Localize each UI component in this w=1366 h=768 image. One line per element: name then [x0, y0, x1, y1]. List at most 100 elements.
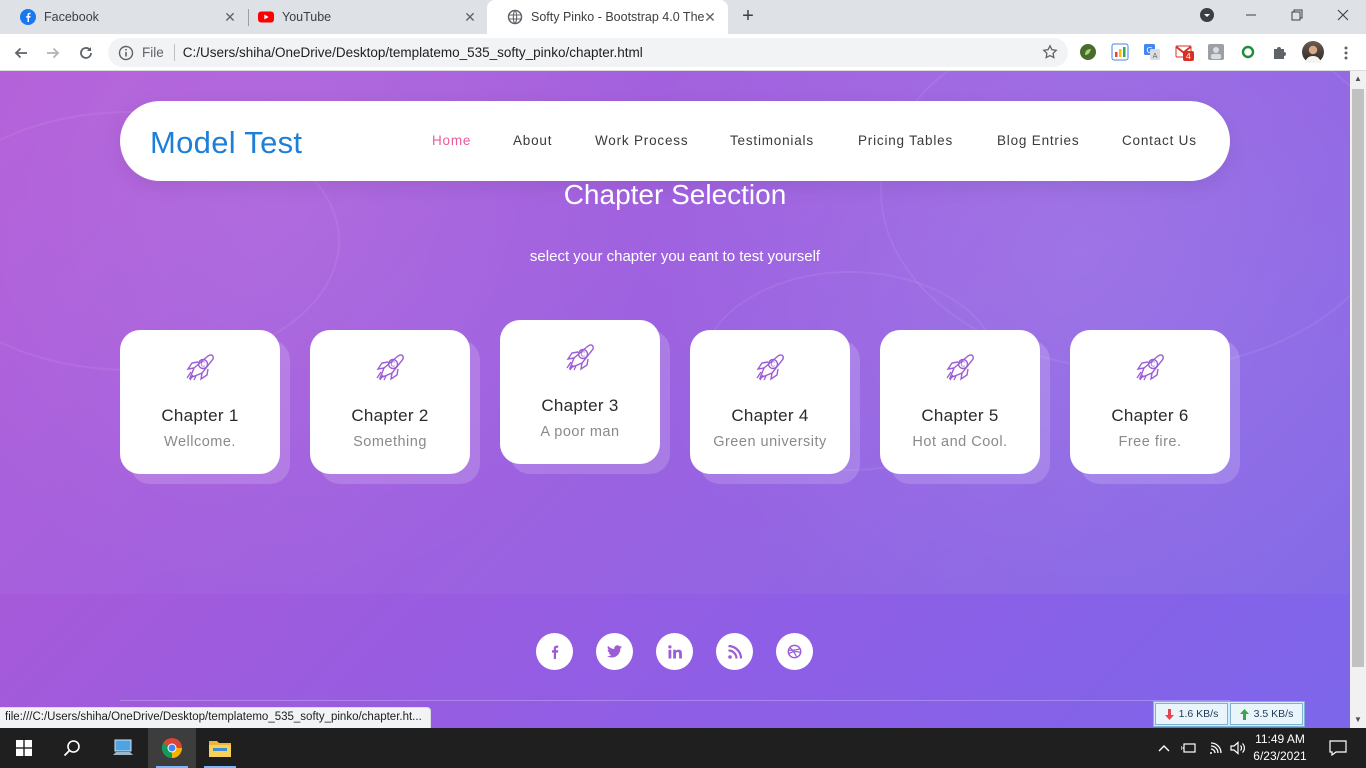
search-button[interactable] — [48, 728, 96, 768]
chrome-menu-button[interactable] — [1333, 40, 1359, 66]
hero-section: Model Test Home About Work Process Testi… — [0, 71, 1350, 594]
forward-button[interactable] — [40, 40, 66, 66]
avatar-icon — [1305, 45, 1321, 63]
windows-taskbar: 11:49 AM 6/23/2021 — [0, 728, 1366, 768]
chapter-card-3[interactable]: C Chapter 3 A poor man — [500, 320, 670, 474]
card-body[interactable]: C Chapter 1 Wellcome. — [120, 330, 280, 474]
chapter-card-1[interactable]: C Chapter 1 Wellcome. — [120, 330, 290, 484]
back-button[interactable] — [8, 40, 34, 66]
tab-youtube[interactable]: YouTube ✕ — [238, 0, 488, 34]
close-icon[interactable]: ✕ — [462, 9, 478, 25]
extension-chart-icon[interactable] — [1111, 43, 1129, 61]
card-body[interactable]: C Chapter 2 Something — [310, 330, 470, 474]
tab-title: Facebook — [44, 10, 99, 24]
minimize-button[interactable] — [1228, 0, 1274, 30]
site-logo[interactable]: Model Test — [150, 125, 302, 161]
tab-facebook[interactable]: Facebook ✕ — [0, 0, 248, 34]
new-tab-button[interactable]: + — [736, 5, 760, 29]
chapter-card-2[interactable]: C Chapter 2 Something — [310, 330, 480, 484]
chapter-card-5[interactable]: C Chapter 5 Hot and Cool. — [880, 330, 1050, 484]
address-bar[interactable]: File C:/Users/shiha/OneDrive/Desktop/tem… — [108, 38, 1068, 67]
arrow-right-icon — [47, 47, 60, 59]
social-rss-button[interactable] — [716, 633, 753, 670]
windows-logo-icon — [16, 740, 32, 756]
social-linkedin-button[interactable] — [656, 633, 693, 670]
wifi-icon — [1210, 742, 1222, 754]
nav-blog-entries[interactable]: Blog Entries — [997, 133, 1079, 148]
chapter-description: Free fire. — [1118, 434, 1182, 450]
tray-wifi[interactable] — [1204, 728, 1226, 768]
social-twitter-button[interactable] — [596, 633, 633, 670]
tray-power[interactable] — [1178, 728, 1200, 768]
download-speed: 1.6 KB/s — [1155, 703, 1228, 725]
start-button[interactable] — [0, 728, 48, 768]
extension-image-icon[interactable] — [1207, 43, 1225, 61]
chapter-card-4[interactable]: C Chapter 4 Green university — [690, 330, 860, 484]
social-facebook-button[interactable] — [536, 633, 573, 670]
nav-home[interactable]: Home — [432, 133, 471, 148]
chevron-up-icon — [1158, 745, 1170, 752]
clock-time: 11:49 AM — [1255, 732, 1305, 746]
folder-icon — [209, 741, 231, 757]
browser-toolbar: File C:/Users/shiha/OneDrive/Desktop/tem… — [0, 34, 1366, 71]
scroll-thumb[interactable] — [1352, 89, 1364, 667]
star-icon[interactable] — [1042, 44, 1058, 60]
gmail-badge: 4 — [1183, 51, 1194, 61]
taskbar-app-file-explorer[interactable] — [196, 728, 244, 768]
chrome-icon — [161, 738, 183, 759]
rocket-icon: C — [376, 354, 404, 381]
more-vertical-icon — [1344, 46, 1348, 60]
rocket-icon: C — [946, 354, 974, 381]
reload-button[interactable] — [73, 40, 99, 66]
puzzle-icon[interactable] — [1271, 43, 1289, 61]
url-text[interactable]: C:/Users/shiha/OneDrive/Desktop/template… — [183, 45, 643, 60]
info-icon[interactable] — [118, 45, 134, 61]
extension-green-icon[interactable] — [1239, 43, 1257, 61]
taskbar-app-chrome[interactable] — [148, 728, 196, 768]
rocket-icon: C — [566, 344, 594, 371]
nav-about[interactable]: About — [513, 133, 552, 148]
tab-title: YouTube — [282, 10, 332, 24]
close-icon[interactable]: ✕ — [702, 9, 718, 25]
battery-plug-icon — [1181, 743, 1196, 753]
chapter-card-6[interactable]: C Chapter 6 Free fire. — [1070, 330, 1240, 484]
card-body[interactable]: C Chapter 6 Free fire. — [1070, 330, 1230, 474]
nav-pricing-tables[interactable]: Pricing Tables — [858, 133, 953, 148]
profile-dropdown-button[interactable] — [1184, 0, 1230, 30]
taskbar-app-this-pc[interactable] — [100, 728, 148, 768]
svg-text:C: C — [1151, 361, 1156, 369]
close-window-button[interactable] — [1320, 0, 1366, 30]
chapter-title: Chapter 5 — [921, 406, 999, 425]
arrow-down-icon — [1164, 708, 1174, 720]
card-body[interactable]: C Chapter 4 Green university — [690, 330, 850, 474]
tab-softy-pinko[interactable]: Softy Pinko - Bootstrap 4.0 Them ✕ — [487, 0, 728, 34]
restore-button[interactable] — [1274, 0, 1320, 30]
svg-text:C: C — [201, 361, 206, 369]
rocket-icon: C — [186, 354, 214, 381]
notifications-button[interactable] — [1318, 728, 1358, 768]
rocket-icon: C — [756, 354, 784, 381]
gmail-extension[interactable]: 4 — [1175, 43, 1194, 61]
network-speed-meter: 1.6 KB/s 3.5 KB/s — [1153, 701, 1305, 727]
nav-contact-us[interactable]: Contact Us — [1122, 133, 1197, 148]
close-icon[interactable]: ✕ — [222, 9, 238, 25]
avatar[interactable] — [1302, 41, 1324, 63]
extension-leaf-icon[interactable] — [1079, 43, 1097, 61]
nav-work-process[interactable]: Work Process — [595, 133, 688, 148]
system-clock[interactable]: 11:49 AM 6/23/2021 — [1250, 731, 1310, 765]
chapter-title: Chapter 2 — [351, 406, 429, 425]
tray-overflow-button[interactable] — [1154, 728, 1174, 768]
card-body[interactable]: C Chapter 5 Hot and Cool. — [880, 330, 1040, 474]
page-scrollbar[interactable]: ▲ ▼ — [1350, 71, 1366, 728]
twitter-icon — [607, 645, 622, 658]
tray-volume[interactable] — [1227, 728, 1249, 768]
nav-testimonials[interactable]: Testimonials — [730, 133, 814, 148]
card-body[interactable]: C Chapter 3 A poor man — [500, 320, 660, 464]
scroll-down-arrow[interactable]: ▼ — [1350, 712, 1366, 728]
social-dribbble-button[interactable] — [776, 633, 813, 670]
scroll-up-arrow[interactable]: ▲ — [1350, 71, 1366, 87]
linkedin-icon — [667, 644, 682, 658]
google-translate-icon[interactable]: GA — [1143, 43, 1161, 61]
chapter-description: A poor man — [540, 424, 620, 440]
url-scheme: File — [142, 45, 164, 60]
